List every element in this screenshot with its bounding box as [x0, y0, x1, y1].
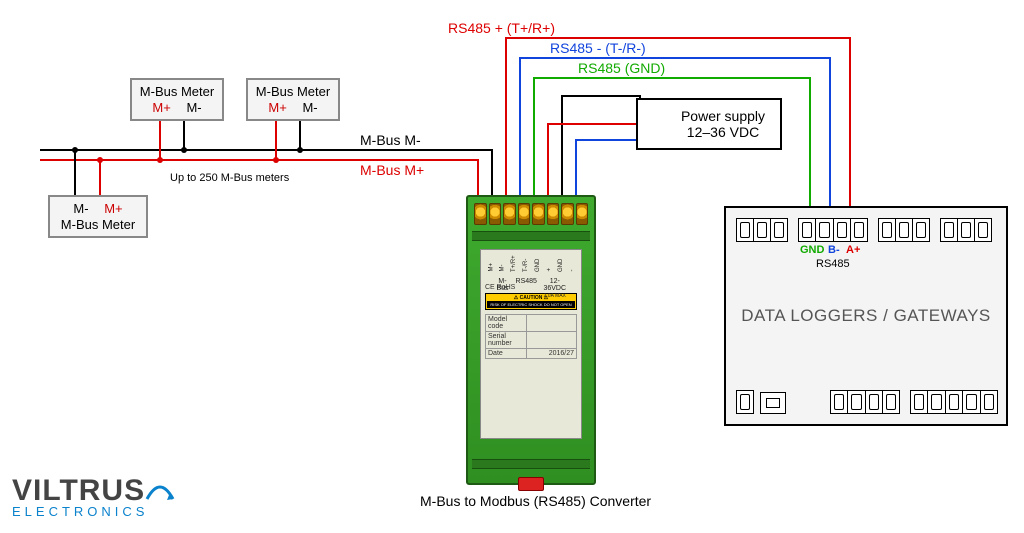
mbus-mplus-label: M-Bus M+ [360, 162, 424, 178]
meter-title: M-Bus Meter [56, 217, 140, 233]
psu-line1: Power supply [674, 108, 772, 124]
logger-rs485-label: RS485 [816, 258, 850, 270]
tb-top-4 [940, 218, 992, 242]
converter-label-plate: M+M- T+/R+T-/R- GND+ GND- M-Bus RS485 12… [480, 249, 582, 439]
mbus-modbus-converter: M+M- T+/R+T-/R- GND+ GND- M-Bus RS485 12… [466, 195, 596, 485]
converter-caption: M-Bus to Modbus (RS485) Converter [420, 493, 651, 509]
meter-mminus: M- [302, 100, 317, 116]
mbus-meter-1: M-Bus Meter M+ M- [130, 78, 224, 121]
tb-bot-2 [830, 390, 900, 414]
logger-aplus-label: A+ [846, 244, 860, 256]
rj45-port [760, 392, 786, 414]
meter-mplus: M+ [152, 100, 170, 116]
power-supply: Power supply 12–36 VDC [636, 98, 782, 150]
logger-gnd-label: GND [800, 244, 824, 256]
psu-line2: 12–36 VDC [674, 124, 772, 140]
converter-terminals [474, 203, 588, 225]
mbus-meter-2: M-Bus Meter M+ M- [246, 78, 340, 121]
meter-title: M-Bus Meter [254, 84, 332, 100]
meter-title: M-Bus Meter [138, 84, 216, 100]
viltrus-logo: VILTRUS ELECTRONICS [12, 474, 175, 519]
mbus-mminus-label: M-Bus M- [360, 132, 421, 148]
tb-bot-1 [736, 390, 754, 414]
meter-mminus: M- [73, 201, 88, 217]
tb-bot-3 [910, 390, 998, 414]
logger-title: DATA LOGGERS / GATEWAYS [726, 306, 1006, 326]
tb-top-3 [878, 218, 930, 242]
rs485-gnd-label: RS485 (GND) [578, 60, 665, 76]
up-to-label: Up to 250 M-Bus meters [170, 172, 289, 184]
tb-top-1 [736, 218, 788, 242]
meter-mminus: M- [186, 100, 201, 116]
logo-name: VILTRUS [12, 474, 145, 507]
meter-mplus: M+ [268, 100, 286, 116]
logger-bminus-label: B- [828, 244, 840, 256]
data-logger: GND B- A+ RS485 DATA LOGGERS / GATEWAYS [724, 206, 1008, 426]
din-clip [518, 477, 544, 491]
rs485-minus-label: RS485 - (T-/R-) [550, 40, 646, 56]
mbus-meter-3: M- M+ M-Bus Meter [48, 195, 148, 238]
tb-top-2 [798, 218, 868, 242]
rs485-plus-label: RS485 + (T+/R+) [448, 20, 555, 36]
meter-mplus: M+ [104, 201, 122, 217]
